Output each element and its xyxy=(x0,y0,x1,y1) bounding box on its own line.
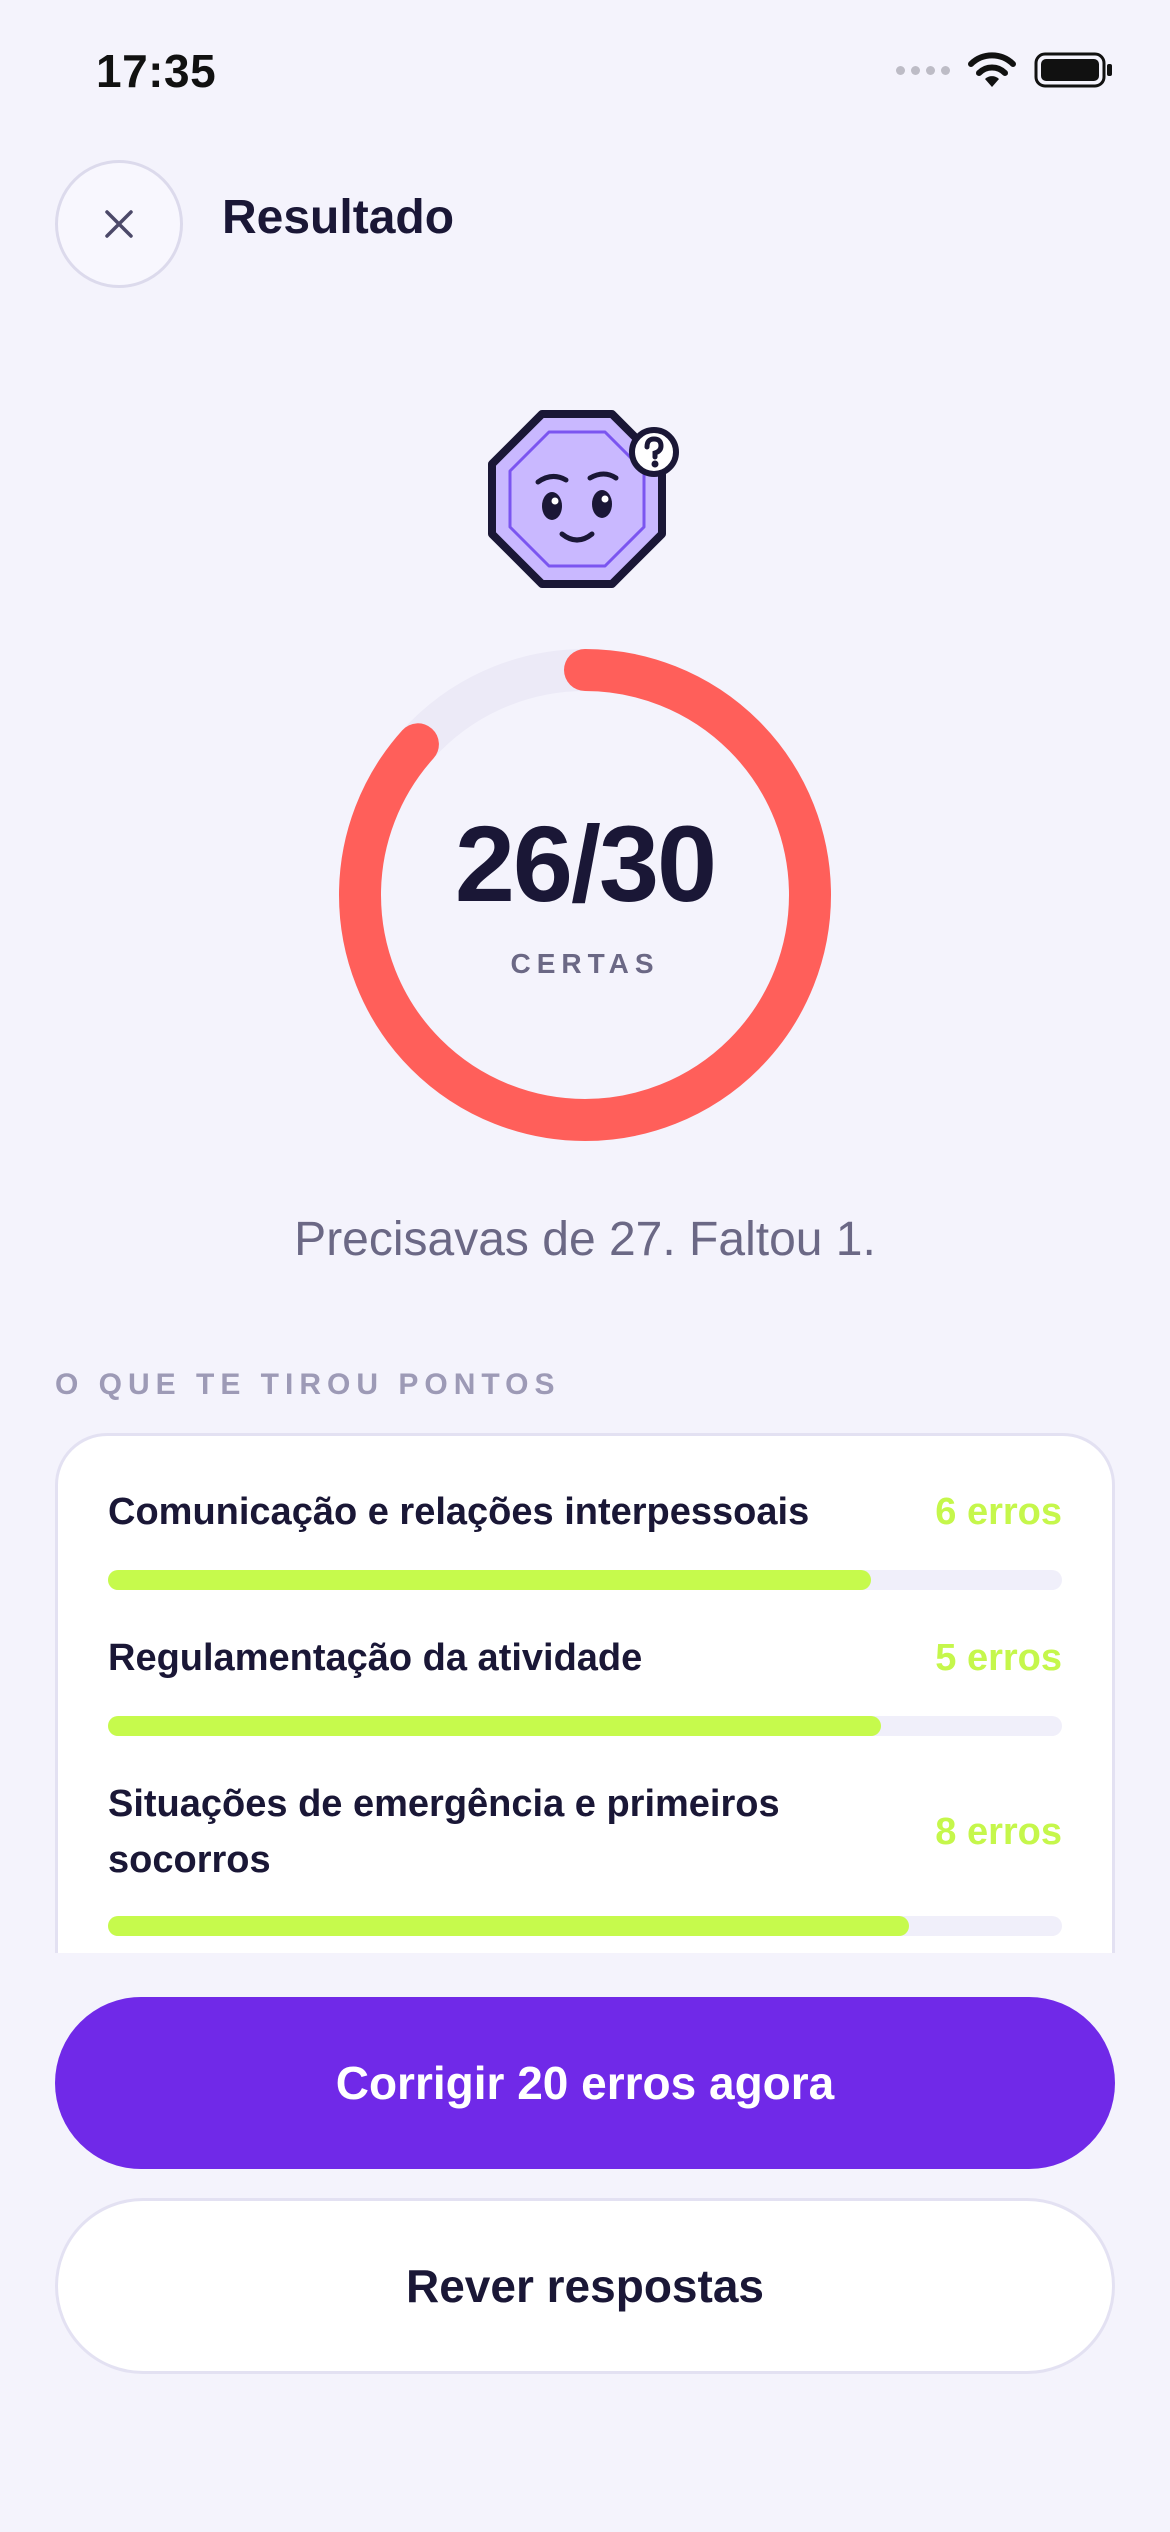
result-summary: Precisavas de 27. Faltou 1. xyxy=(294,1213,876,1266)
score-label: CERTAS xyxy=(510,948,660,979)
category-row: Comunicação e relações interpessoais 6 e… xyxy=(108,1484,1062,1594)
category-error-count: 8 erros xyxy=(935,1811,1062,1853)
close-button[interactable] xyxy=(55,160,183,288)
fix-errors-button[interactable]: Corrigir 20 erros agora xyxy=(55,1997,1115,2169)
page-title: Resultado xyxy=(222,191,455,244)
category-row: Situações de emergência e primeiros soco… xyxy=(108,1776,1062,1936)
battery-icon xyxy=(1034,52,1112,88)
status-bar: 17:35 xyxy=(0,0,1170,140)
section-label: O QUE TE TIROU PONTOS xyxy=(55,1368,561,1401)
category-progress-fill xyxy=(108,1916,910,1936)
cellular-signal-icon xyxy=(896,65,950,75)
category-name: Comunicação e relações interpessoais xyxy=(108,1491,810,1533)
category-progress-fill xyxy=(108,1570,872,1590)
category-progress-track xyxy=(108,1716,1062,1736)
category-name: Situações de emergência e primeiros soco… xyxy=(108,1783,780,1881)
breakdown-card-viewport[interactable]: Comunicação e relações interpessoais 6 e… xyxy=(55,1433,1115,1953)
status-time: 17:35 xyxy=(96,45,217,97)
score-value: 26/30 xyxy=(454,803,717,924)
category-error-count: 5 erros xyxy=(935,1637,1062,1679)
category-progress-fill xyxy=(108,1716,881,1736)
category-progress-track xyxy=(108,1916,1062,1936)
category-row: Regulamentação da atividade 5 erros xyxy=(108,1630,1062,1740)
mascot-icon xyxy=(488,410,679,588)
close-icon xyxy=(105,210,133,238)
wifi-icon xyxy=(968,52,1016,87)
review-answers-button[interactable]: Rever respostas xyxy=(55,2198,1115,2374)
category-progress-track xyxy=(108,1570,1062,1590)
category-error-count: 6 erros xyxy=(935,1491,1062,1533)
status-icons xyxy=(896,50,1114,90)
category-name: Regulamentação da atividade xyxy=(108,1637,643,1679)
breakdown-card: Comunicação e relações interpessoais 6 e… xyxy=(55,1433,1115,1953)
